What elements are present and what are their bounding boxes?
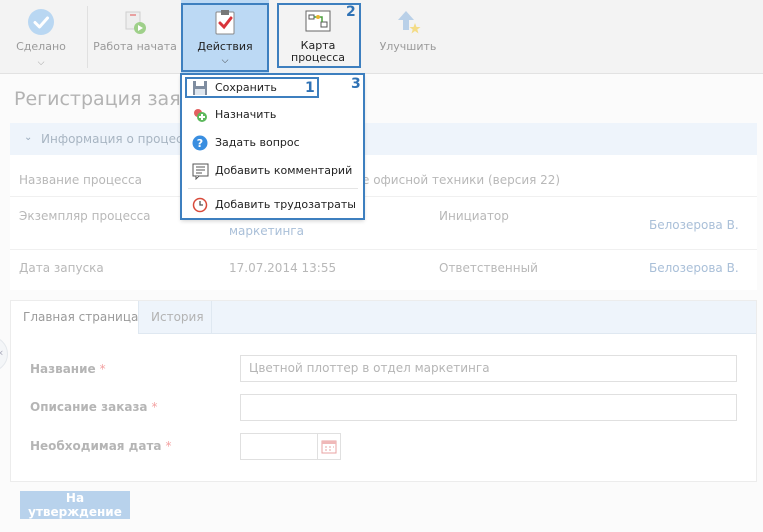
done-label: Сделано xyxy=(16,40,66,53)
menu-item-save[interactable]: Сохранить xyxy=(182,75,363,101)
menu-item-assign[interactable]: Назначить xyxy=(182,102,363,128)
row-divider xyxy=(10,249,757,250)
check-circle-icon xyxy=(27,8,55,39)
initiator-label: Инициатор xyxy=(439,209,509,223)
clock-icon xyxy=(192,197,208,217)
menu-divider xyxy=(188,188,358,189)
process-info-title: Информация о процессе xyxy=(41,132,197,146)
menu-item-label: Добавить трудозатраты xyxy=(215,198,356,211)
required-mark: * xyxy=(165,439,172,453)
responsible-link[interactable]: Белозерова В. xyxy=(649,261,739,275)
clipboard-check-icon xyxy=(213,8,237,39)
tab-history[interactable]: История xyxy=(139,301,212,334)
process-name-value: е офисной техники (версия 22) xyxy=(362,173,561,187)
description-input[interactable] xyxy=(240,394,737,421)
svg-text:?: ? xyxy=(197,137,203,150)
chevron-down-icon: ⌄ xyxy=(24,132,33,143)
actions-dropdown-menu: Сохранить Назначить ? Задать вопрос Доба… xyxy=(181,74,364,219)
play-document-icon xyxy=(122,9,148,38)
process-info-header[interactable]: ⌄ Информация о процессе xyxy=(10,123,757,155)
comment-icon xyxy=(192,163,210,184)
work-started-label: Работа начата xyxy=(93,40,177,53)
improve-label: Улучшить xyxy=(379,40,437,53)
submit-for-approval-button[interactable]: На утверждение xyxy=(20,491,130,519)
menu-item-label: Назначить xyxy=(215,108,277,121)
arrow-up-star-icon xyxy=(394,8,422,39)
menu-item-label: Задать вопрос xyxy=(215,136,300,149)
improve-button[interactable]: Улучшить xyxy=(368,0,448,74)
menu-item-add-comment[interactable]: Добавить комментарий xyxy=(182,158,363,184)
instance-link[interactable]: маркетинга xyxy=(229,224,304,238)
process-info-panel: ⌄ Информация о процессе xyxy=(10,123,757,290)
menu-item-label: Сохранить xyxy=(215,81,277,94)
form-panel: Главная страница История xyxy=(10,300,757,482)
start-date-label: Дата запуска xyxy=(19,261,104,275)
responsible-label: Ответственный xyxy=(439,261,538,275)
date-field-label: Необходимая дата * xyxy=(30,439,172,453)
name-field-label: Название * xyxy=(30,362,106,376)
chevron-down-icon: ⌵ xyxy=(37,58,45,68)
menu-item-ask-question[interactable]: ? Задать вопрос xyxy=(182,130,363,156)
toolbar-divider xyxy=(87,6,88,68)
process-map-icon xyxy=(305,10,331,35)
chevron-left-icon: ‹ xyxy=(0,346,3,359)
required-mark: * xyxy=(151,400,158,414)
required-mark: * xyxy=(99,362,106,376)
actions-label: Действия xyxy=(197,40,253,53)
toolbar: Сделано ⌵ Работа начата Действия ⌵ Карта… xyxy=(0,0,763,74)
tab-main-page[interactable]: Главная страница xyxy=(11,301,139,334)
annotation-number-1: 1 xyxy=(305,80,315,96)
assign-icon xyxy=(192,107,208,127)
actions-button[interactable]: Действия ⌵ xyxy=(181,0,269,74)
process-name-label: Название процесса xyxy=(19,173,142,187)
name-input[interactable]: Цветной плоттер в отдел маркетинга xyxy=(240,355,737,382)
instance-label: Экземпляр процесса xyxy=(19,209,151,223)
done-button[interactable]: Сделано ⌵ xyxy=(0,0,82,74)
save-icon xyxy=(192,80,208,100)
initiator-link[interactable]: Белозерова В. xyxy=(649,218,739,232)
description-field-label: Описание заказа * xyxy=(30,400,158,414)
calendar-icon xyxy=(321,440,337,454)
process-map-label: Карта процесса xyxy=(291,39,345,64)
start-date-value: 17.07.2014 13:55 xyxy=(229,261,337,275)
page-title: Регистрация зая xyxy=(14,88,181,110)
date-input[interactable] xyxy=(240,433,318,460)
tabs-bar: Главная страница История xyxy=(11,301,756,334)
work-started-button[interactable]: Работа начата xyxy=(90,0,180,74)
annotation-number-2: 2 xyxy=(346,4,356,20)
menu-item-add-time[interactable]: Добавить трудозатраты xyxy=(182,192,363,218)
row-divider xyxy=(10,196,757,197)
chevron-down-icon: ⌵ xyxy=(221,56,229,66)
question-icon: ? xyxy=(192,135,208,155)
calendar-button[interactable] xyxy=(317,433,341,460)
annotation-number-3: 3 xyxy=(351,76,361,92)
menu-item-label: Добавить комментарий xyxy=(215,164,353,177)
